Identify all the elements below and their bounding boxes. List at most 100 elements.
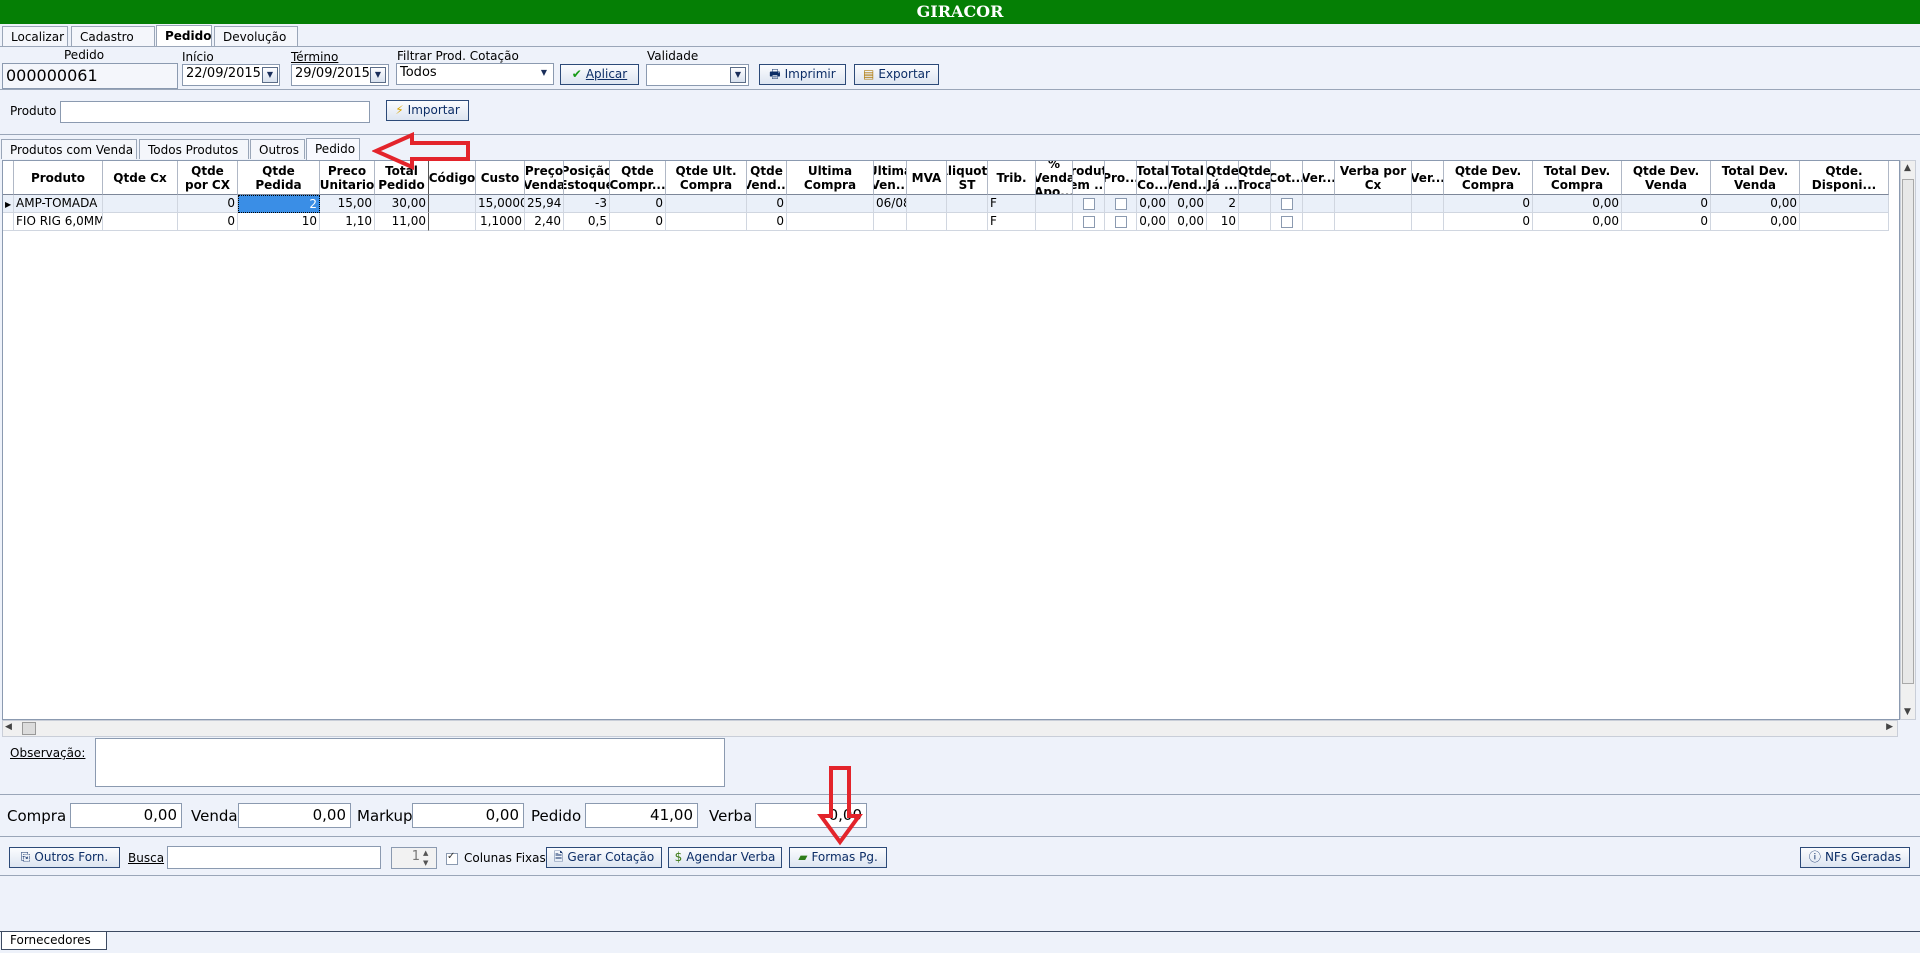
grid-cell[interactable]: [1335, 195, 1412, 213]
grid-cell[interactable]: 0,00: [1169, 195, 1207, 213]
pedido-number-field[interactable]: 000000061: [2, 63, 178, 89]
column-header[interactable]: Ultima Ven...: [874, 161, 907, 195]
row-indicator[interactable]: ▶: [3, 195, 14, 213]
outros-forn-button[interactable]: ⎘ Outros Forn.: [9, 847, 120, 868]
grid-cell[interactable]: [1412, 213, 1444, 231]
grid-cell[interactable]: 06/08: [874, 195, 907, 213]
column-header[interactable]: Qtde. Disponi...: [1800, 161, 1889, 195]
column-header[interactable]: Qtde Vend...: [747, 161, 787, 195]
checkbox-checked-icon[interactable]: ✓: [446, 851, 458, 865]
grid-cell[interactable]: [787, 213, 874, 231]
grid-cell[interactable]: 2: [238, 195, 320, 213]
grid-cell[interactable]: 0,00: [1533, 195, 1622, 213]
subtab-pedido[interactable]: Pedido: [306, 138, 360, 160]
column-header[interactable]: Qtde Dev. Venda: [1622, 161, 1711, 195]
grid-cell[interactable]: [103, 213, 178, 231]
grid-cell[interactable]: [1303, 213, 1335, 231]
column-header[interactable]: Ultima Compra: [787, 161, 874, 195]
column-header[interactable]: Verba por Cx: [1335, 161, 1412, 195]
grid-cell[interactable]: 0: [747, 195, 787, 213]
scroll-right-icon[interactable]: ▶: [1886, 722, 1893, 732]
nfs-geradas-button[interactable]: ⓘ NFs Geradas: [1800, 847, 1910, 868]
column-header[interactable]: Preço Venda: [525, 161, 564, 195]
grid-cell[interactable]: [1800, 213, 1889, 231]
products-grid[interactable]: Produto Qtde Cx Qtde por CX Qtde Pedida Prec…: [2, 160, 1900, 720]
subtab-todos-produtos[interactable]: Todos Produtos: [139, 139, 249, 159]
grid-cell[interactable]: [1105, 195, 1137, 213]
grid-cell[interactable]: [1271, 213, 1303, 231]
scroll-up-icon[interactable]: ▲: [1904, 163, 1911, 173]
column-header[interactable]: Qtde Troca: [1239, 161, 1271, 195]
grid-cell[interactable]: F: [988, 213, 1036, 231]
aplicar-button[interactable]: ✔ Aplicar: [560, 64, 639, 85]
column-header[interactable]: Qtde Pedida: [238, 161, 320, 195]
cell-checkbox[interactable]: [1280, 215, 1293, 228]
vertical-scrollbar[interactable]: ▲ ▼: [1900, 160, 1916, 720]
grid-cell[interactable]: [1239, 213, 1271, 231]
termino-dropdown-icon[interactable]: ▼: [370, 67, 386, 83]
grid-cell[interactable]: [787, 195, 874, 213]
grid-cell[interactable]: 0: [747, 213, 787, 231]
observacao-textarea[interactable]: [95, 738, 725, 787]
column-header[interactable]: Qtde Cx: [103, 161, 178, 195]
gerar-cotacao-button[interactable]: 🗎 Gerar Cotação: [546, 847, 662, 868]
grid-cell[interactable]: [1271, 195, 1303, 213]
grid-cell[interactable]: [874, 213, 907, 231]
column-header[interactable]: Aliquota ST: [947, 161, 988, 195]
row-indicator-header[interactable]: [3, 161, 14, 195]
grid-cell[interactable]: 0,5: [564, 213, 610, 231]
grid-cell[interactable]: [1073, 195, 1105, 213]
grid-cell[interactable]: [1303, 195, 1335, 213]
cell-checkbox[interactable]: [1114, 197, 1127, 210]
grid-cell[interactable]: 0,00: [1137, 213, 1169, 231]
column-header[interactable]: Ver...: [1303, 161, 1335, 195]
column-header[interactable]: Cot...: [1271, 161, 1303, 195]
grid-cell[interactable]: 2,40: [525, 213, 564, 231]
grid-cell[interactable]: 1,1000: [476, 213, 525, 231]
tab-pedido[interactable]: Pedido: [156, 25, 212, 47]
grid-cell[interactable]: 0,00: [1169, 213, 1207, 231]
grid-cell[interactable]: [1412, 195, 1444, 213]
busca-input[interactable]: [167, 846, 381, 869]
cell-checkbox[interactable]: [1082, 215, 1095, 228]
row-indicator[interactable]: [3, 213, 14, 231]
markup-total-field[interactable]: 0,00: [412, 803, 524, 828]
column-header[interactable]: Produto: [14, 161, 103, 195]
grid-cell[interactable]: 0: [178, 213, 238, 231]
formas-pg-button[interactable]: ▰ Formas Pg.: [789, 847, 887, 868]
vertical-scroll-thumb[interactable]: [1902, 179, 1914, 684]
subtab-produtos-com-venda[interactable]: Produtos com Venda: [1, 139, 137, 159]
grid-cell[interactable]: 0: [178, 195, 238, 213]
column-header[interactable]: Qtde por CX: [178, 161, 238, 195]
filtrar-select[interactable]: Todos: [396, 63, 554, 85]
cell-checkbox[interactable]: [1114, 215, 1127, 228]
grid-cell[interactable]: 0: [610, 195, 666, 213]
grid-cell[interactable]: 0,00: [1137, 195, 1169, 213]
column-header[interactable]: Qtde Dev. Compra: [1444, 161, 1533, 195]
subtab-outros[interactable]: Outros: [250, 139, 305, 159]
grid-cell[interactable]: [103, 195, 178, 213]
column-header[interactable]: Ver...: [1412, 161, 1444, 195]
column-header[interactable]: Total Co...: [1137, 161, 1169, 195]
imprimir-button[interactable]: 🖶 Imprimir: [759, 64, 846, 85]
grid-cell[interactable]: [947, 213, 988, 231]
exportar-button[interactable]: ▤ Exportar: [854, 64, 939, 85]
importar-button[interactable]: ⚡ Importar: [386, 100, 469, 121]
inicio-dropdown-icon[interactable]: ▼: [262, 67, 278, 83]
horizontal-scroll-thumb[interactable]: [22, 722, 36, 735]
colunas-fixas-checkbox[interactable]: ✓: [446, 851, 458, 865]
grid-cell[interactable]: [947, 195, 988, 213]
grid-cell[interactable]: 0: [1444, 213, 1533, 231]
spinner-field[interactable]: 1: [391, 847, 437, 869]
column-header[interactable]: Total Vend...: [1169, 161, 1207, 195]
grid-cell[interactable]: 0: [610, 213, 666, 231]
cell-checkbox[interactable]: [1082, 197, 1095, 210]
grid-cell[interactable]: 0: [1444, 195, 1533, 213]
grid-cell[interactable]: 10: [1207, 213, 1239, 231]
column-header[interactable]: Posição Estoque: [564, 161, 610, 195]
agendar-verba-button[interactable]: $ Agendar Verba: [668, 847, 782, 868]
column-header[interactable]: Custo: [476, 161, 525, 195]
column-header[interactable]: Preco Unitario: [320, 161, 375, 195]
grid-cell[interactable]: [429, 195, 476, 213]
column-header[interactable]: Total Dev. Venda: [1711, 161, 1800, 195]
